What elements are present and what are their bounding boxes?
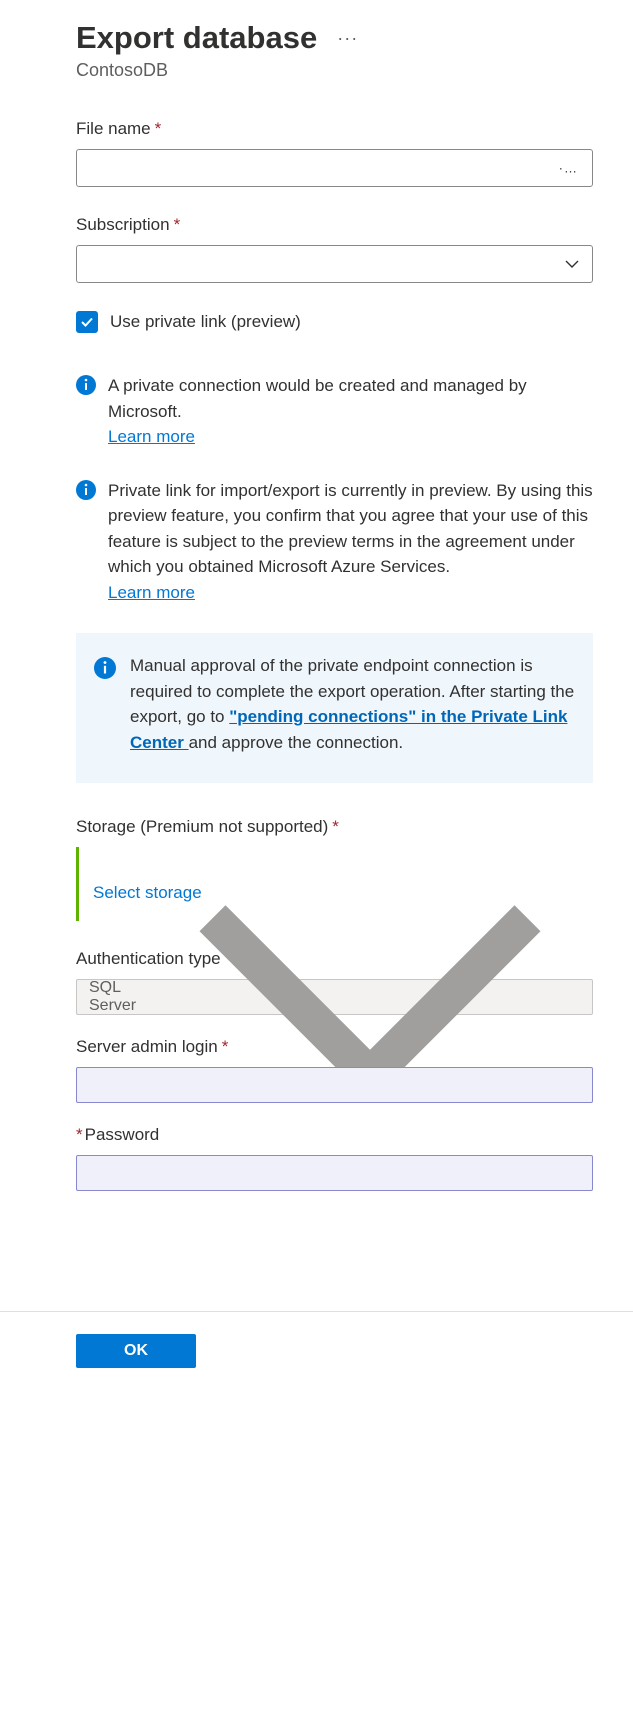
more-actions-icon[interactable]: ··· (337, 28, 358, 49)
approval-callout: Manual approval of the private endpoint … (76, 633, 593, 783)
callout-after: and approve the connection. (189, 733, 404, 752)
check-icon (79, 314, 95, 330)
filename-label: File name* (76, 119, 593, 139)
info-icon (76, 480, 96, 500)
resource-subtitle: ContosoDB (76, 60, 593, 81)
info1-learn-more-link[interactable]: Learn more (108, 427, 195, 446)
ok-button[interactable]: OK (76, 1334, 196, 1368)
chevron-down-icon (160, 787, 580, 1207)
info-icon (76, 375, 96, 395)
auth-type-value: SQL Server (89, 979, 160, 1015)
subscription-select[interactable] (76, 245, 593, 283)
browse-icon[interactable]: ·… (559, 161, 578, 176)
private-link-label: Use private link (preview) (110, 312, 301, 332)
info2-learn-more-link[interactable]: Learn more (108, 583, 195, 602)
subscription-label: Subscription* (76, 215, 593, 235)
info2-text: Private link for import/export is curren… (108, 478, 593, 606)
private-link-checkbox[interactable] (76, 311, 98, 333)
page-title: Export database (76, 20, 317, 56)
password-input[interactable] (76, 1155, 593, 1191)
info1-text: A private connection would be created an… (108, 373, 593, 450)
info-icon (94, 657, 116, 679)
chevron-down-icon (564, 256, 580, 272)
filename-input[interactable]: ·… (76, 149, 593, 187)
login-input[interactable] (76, 1067, 593, 1103)
auth-type-select[interactable]: SQL Server (76, 979, 593, 1015)
